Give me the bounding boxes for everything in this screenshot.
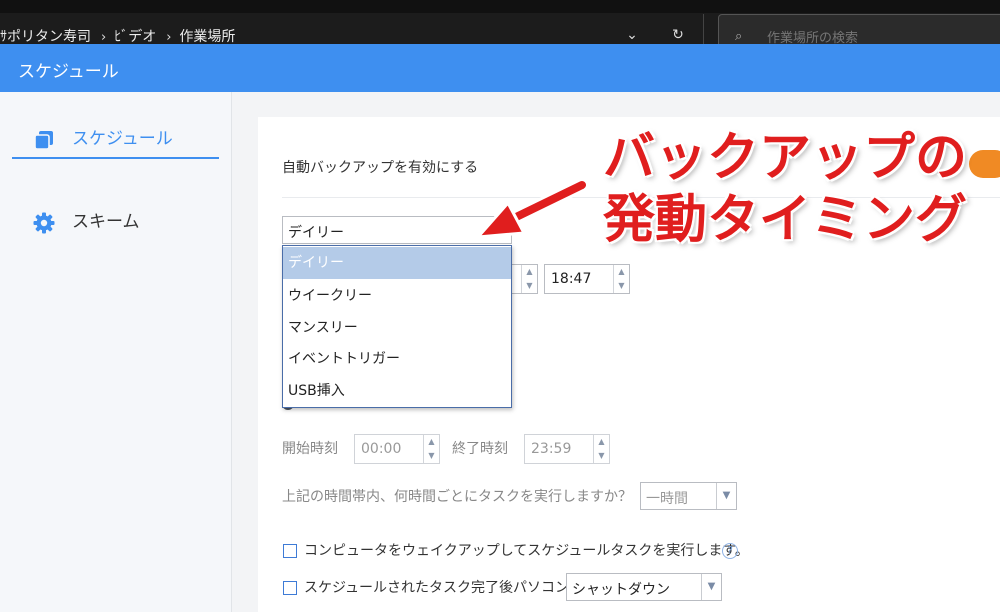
annotation-line-1: バックアップの <box>603 128 968 188</box>
gear-icon <box>33 212 55 234</box>
breadcrumb: ｻポリタン寿司 › ﾋﾞデオ › 作業場所 <box>0 26 235 44</box>
sidebar-item-label: スケジュール <box>72 129 173 149</box>
after-task-label: スケジュールされたタスク完了後パソコン <box>304 580 570 596</box>
time-spinner[interactable]: 18:47 ▲ ▼ <box>544 264 630 294</box>
sidebar-item-schedule[interactable]: スケジュール <box>12 119 219 159</box>
search-input[interactable] <box>767 29 967 44</box>
dropdown-option[interactable]: イベントトリガー <box>283 343 511 375</box>
after-task-select[interactable]: シャットダウン ▼ <box>566 573 722 601</box>
dropdown-option[interactable]: ウイークリー <box>283 280 511 312</box>
up-arrow-icon[interactable]: ▲ <box>614 265 629 279</box>
end-time-spinner[interactable]: 23:59 ▲ ▼ <box>524 434 610 464</box>
interval-value: 一時間 <box>646 491 688 507</box>
end-time-label: 終了時刻 <box>452 441 508 457</box>
time-value: 18:47 <box>551 271 592 287</box>
frequency-selected-value: デイリー <box>288 225 344 241</box>
wake-label: コンピュータをウェイクアップしてスケジュールタスクを実行します。 <box>304 543 749 559</box>
chevron-down-icon[interactable]: ⌄ <box>622 26 642 44</box>
divider <box>703 14 704 44</box>
annotation-arrow-icon <box>476 178 589 239</box>
search-box[interactable]: ⌕ <box>718 14 1000 44</box>
down-arrow-icon[interactable]: ▼ <box>594 449 609 463</box>
start-time-value: 00:00 <box>361 441 402 457</box>
breadcrumb-item[interactable]: 作業場所 <box>179 29 235 44</box>
chevron-right-icon: › <box>101 30 107 44</box>
sidebar-item-label: スキーム <box>72 212 140 232</box>
help-icon[interactable]: ? <box>722 543 738 559</box>
dropdown-option[interactable]: USB挿入 <box>283 375 511 407</box>
sidebar-item-scheme[interactable]: スキーム <box>12 202 219 242</box>
enable-toggle[interactable] <box>969 150 1000 178</box>
spinner-buttons[interactable]: ▲ ▼ <box>613 265 629 293</box>
start-time-spinner[interactable]: 00:00 ▲ ▼ <box>354 434 440 464</box>
breadcrumb-item[interactable]: ﾋﾞデオ <box>114 29 156 44</box>
end-time-value: 23:59 <box>531 441 572 457</box>
down-arrow-icon[interactable]: ▼ <box>424 449 439 463</box>
dropdown-arrow-icon: ▼ <box>701 574 721 600</box>
explorer-titlebar: ｻポリタン寿司 › ﾋﾞデオ › 作業場所 ⌄ ↻ ⌕ <box>0 0 1000 44</box>
frequency-dropdown-list: デイリー ウイークリー マンスリー イベントトリガー USB挿入 <box>282 245 512 408</box>
wake-checkbox[interactable] <box>283 544 297 558</box>
spinner-buttons[interactable]: ▲ ▼ <box>521 265 537 293</box>
start-time-label: 開始時刻 <box>282 441 338 457</box>
app-header: スケジュール <box>0 44 1000 92</box>
interval-select[interactable]: 一時間 ▼ <box>640 482 737 510</box>
enable-auto-backup-label: 自動バックアップを有効にする <box>282 160 479 176</box>
after-task-value: シャットダウン <box>572 582 670 598</box>
dropdown-arrow-icon: ▼ <box>716 483 736 509</box>
down-arrow-icon[interactable]: ▼ <box>522 279 537 293</box>
sidebar: スケジュール スキーム <box>0 92 232 612</box>
refresh-icon[interactable]: ↻ <box>668 26 688 44</box>
app-title: スケジュール <box>18 62 119 82</box>
chevron-right-icon: › <box>166 30 172 44</box>
copy-icon <box>34 131 53 150</box>
up-arrow-icon[interactable]: ▲ <box>594 435 609 449</box>
spinner-buttons[interactable]: ▲ ▼ <box>593 435 609 463</box>
down-arrow-icon[interactable]: ▼ <box>614 279 629 293</box>
spinner-buttons[interactable]: ▲ ▼ <box>423 435 439 463</box>
up-arrow-icon[interactable]: ▲ <box>424 435 439 449</box>
interval-question: 上記の時間帯内、何時間ごとにタスクを実行しますか？ <box>282 489 632 505</box>
breadcrumb-item[interactable]: ｻポリタン寿司 <box>0 29 91 44</box>
title-strip <box>0 0 1000 13</box>
dropdown-option[interactable]: マンスリー <box>283 312 511 344</box>
up-arrow-icon[interactable]: ▲ <box>522 265 537 279</box>
search-icon: ⌕ <box>735 29 743 44</box>
annotation-line-2: 発動タイミング <box>603 190 968 250</box>
after-task-checkbox[interactable] <box>283 581 297 595</box>
